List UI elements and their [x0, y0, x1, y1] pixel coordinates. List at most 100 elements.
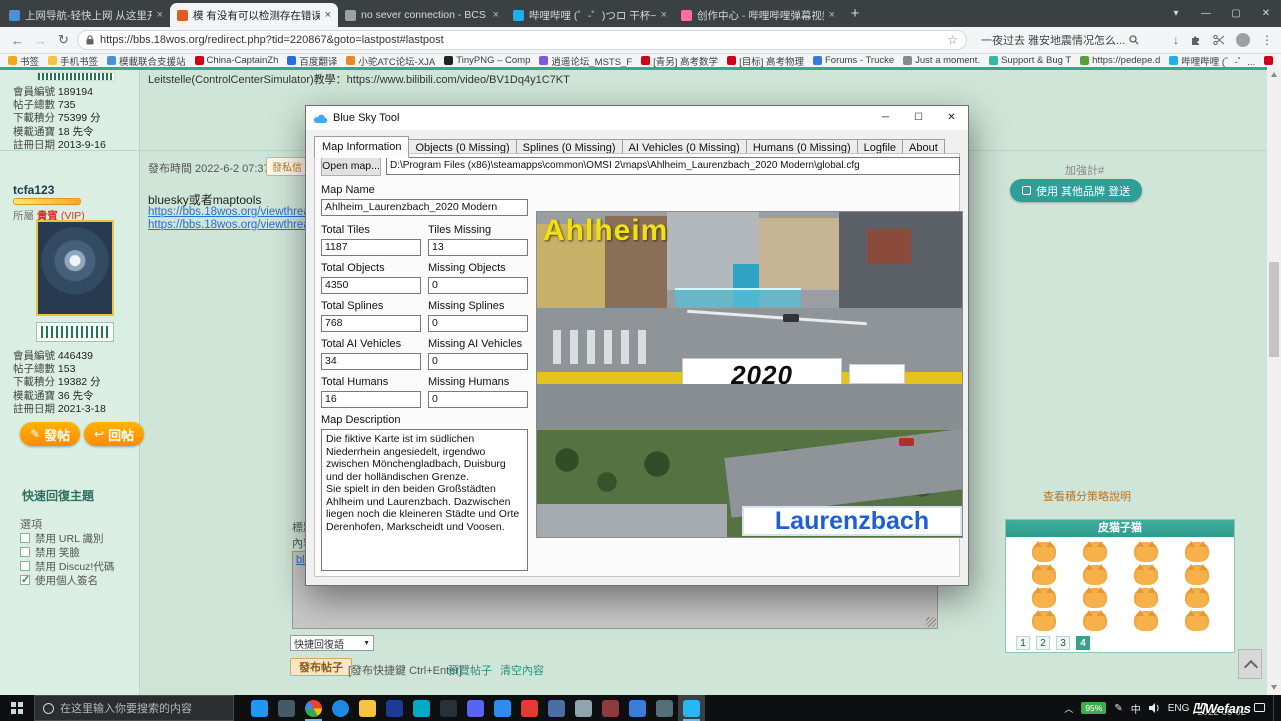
hot-search[interactable]: 一夜过去 雅安地震情况怎么...	[981, 32, 1139, 48]
smilies-page-button[interactable]: 1	[1016, 636, 1030, 650]
send-pm-button[interactable]: 發私信	[266, 157, 308, 176]
post-floor-label[interactable]: 加強計#	[1065, 162, 1104, 178]
stat-value-field[interactable]: 0	[428, 391, 528, 408]
checkbox-icon[interactable]	[20, 575, 30, 585]
bookmark-item[interactable]: Just a moment.	[903, 55, 980, 66]
bookmark-item[interactable]: Forums - Trucke	[813, 55, 894, 66]
open-map-button[interactable]: Open map...	[321, 156, 381, 176]
browser-tab[interactable]: no sever connection - BCS Suppor... ×	[338, 3, 506, 27]
bookmark-item[interactable]: [青另] 高考数学	[641, 54, 718, 67]
cat-emoticon[interactable]	[1134, 565, 1158, 585]
checkbox-icon[interactable]	[20, 533, 30, 543]
map-description-field[interactable]: Die fiktive Karte ist im südlichen Niede…	[321, 429, 528, 571]
download-icon[interactable]: ↓	[1173, 33, 1179, 47]
preview-post-link[interactable]: 預覽帖子	[448, 662, 492, 678]
taskbar-app-icon[interactable]	[462, 695, 489, 721]
taskbar-app-icon[interactable]	[246, 695, 273, 721]
scrollbar-thumb[interactable]	[1269, 262, 1279, 357]
forward-icon[interactable]: →	[31, 33, 50, 48]
taskbar-app-icon[interactable]	[327, 695, 354, 721]
bookmark-item[interactable]: 手机书签	[48, 54, 98, 67]
scroll-up-arrow[interactable]	[1271, 72, 1277, 77]
cat-emoticon[interactable]	[1032, 565, 1056, 585]
bookmark-item[interactable]: https://pedepe.d	[1080, 55, 1160, 66]
smilies-page-button[interactable]: 4	[1076, 636, 1090, 650]
taskbar-app-icon[interactable]	[273, 695, 300, 721]
window-minimize-button[interactable]: —	[1191, 8, 1221, 19]
new-tab-button[interactable]: +	[842, 3, 868, 27]
dialog-close-button[interactable]: ✕	[935, 106, 968, 130]
menu-dots-icon[interactable]: ⋮	[1261, 33, 1273, 47]
bookmark-item[interactable]: 百度翻译	[287, 54, 337, 67]
taskbar-app-icon[interactable]	[570, 695, 597, 721]
taskbar-app-icon[interactable]	[381, 695, 408, 721]
stat-value-field[interactable]: 768	[321, 315, 421, 332]
cat-emoticon[interactable]	[1134, 611, 1158, 631]
stat-value-field[interactable]: 0	[428, 353, 528, 370]
cat-emoticon[interactable]	[1083, 565, 1107, 585]
cat-emoticon[interactable]	[1083, 611, 1107, 631]
taskbar-app-icon[interactable]	[678, 695, 705, 721]
ime-indicator[interactable]: 中	[1131, 701, 1141, 716]
cat-emoticon[interactable]	[1185, 542, 1209, 562]
show-desktop-strip[interactable]	[1273, 695, 1278, 721]
taskbar-app-icon[interactable]	[651, 695, 678, 721]
bookmark-item[interactable]: 模載联合支援站	[107, 54, 186, 67]
bookmark-star-icon[interactable]: ☆	[947, 33, 958, 47]
taskbar-app-icon[interactable]	[516, 695, 543, 721]
profile-avatar[interactable]	[1236, 33, 1250, 47]
language-indicator[interactable]: ENG	[1168, 703, 1190, 714]
browser-tab[interactable]: 上网导航-轻快上网 从这里开始 ×	[2, 3, 170, 27]
taskbar-search-box[interactable]: 在这里输入你要搜索的内容	[34, 695, 234, 721]
url-input[interactable]: https://bbs.18wos.org/redirect.php?tid=2…	[77, 30, 967, 50]
cat-emoticon[interactable]	[1134, 542, 1158, 562]
capture-scissors-icon[interactable]	[1213, 34, 1225, 46]
scroll-down-arrow[interactable]	[1271, 685, 1277, 690]
member-username[interactable]: tcfa123	[13, 183, 54, 197]
tab-close-icon[interactable]: ×	[829, 9, 835, 21]
stat-value-field[interactable]: 4350	[321, 277, 421, 294]
start-button[interactable]	[0, 695, 34, 721]
cat-emoticon[interactable]	[1134, 588, 1158, 608]
stat-value-field[interactable]: 16	[321, 391, 421, 408]
back-to-top-button[interactable]	[1238, 649, 1262, 679]
browser-tab[interactable]: 模 有没有可以检测存在错误的塑物/由... ×	[170, 3, 338, 27]
new-post-button[interactable]: ✎ 發帖	[20, 422, 80, 446]
bookmark-item[interactable]: 小驼ATC论坛-XJA	[346, 54, 435, 67]
quick-reply-option[interactable]: 禁用 URL 識別	[20, 531, 114, 545]
stat-value-field[interactable]: 13	[428, 239, 528, 256]
resize-grip[interactable]	[926, 617, 936, 627]
brand-login-button[interactable]: 使用 其他品牌 登送	[1010, 179, 1142, 202]
stat-value-field[interactable]: 1187	[321, 239, 421, 256]
volume-icon[interactable]	[1149, 703, 1160, 713]
dialog-minimize-button[interactable]: ─	[869, 106, 902, 130]
checkbox-icon[interactable]	[20, 561, 30, 571]
dialog-tab[interactable]: Map Information	[314, 136, 409, 158]
bookmark-item[interactable]: 《港铁	[1264, 54, 1281, 67]
submit-post-button[interactable]: 發布帖子	[290, 658, 352, 676]
cat-emoticon[interactable]	[1185, 565, 1209, 585]
smilies-page-button[interactable]: 2	[1036, 636, 1050, 650]
credit-policy-link[interactable]: 查看積分策略說明	[1043, 488, 1131, 504]
tab-close-icon[interactable]: ×	[661, 9, 667, 21]
tab-search-icon[interactable]: ▾	[1161, 8, 1191, 19]
tab-close-icon[interactable]: ×	[157, 9, 163, 21]
bookmark-item[interactable]: 哔哩哔哩 (゜-゜...	[1169, 54, 1255, 67]
map-name-field[interactable]: Ahlheim_Laurenzbach_2020 Modern	[321, 199, 528, 216]
cat-emoticon[interactable]	[1032, 542, 1056, 562]
taskbar-app-icon[interactable]	[489, 695, 516, 721]
taskbar-app-icon[interactable]	[408, 695, 435, 721]
action-center-icon[interactable]	[1254, 703, 1265, 713]
bookmark-item[interactable]: [目标] 高考物理	[727, 54, 804, 67]
pen-icon[interactable]: ✎	[1114, 703, 1122, 714]
stat-value-field[interactable]: 0	[428, 277, 528, 294]
tab-close-icon[interactable]: ×	[325, 9, 331, 21]
cat-emoticon[interactable]	[1032, 588, 1056, 608]
bookmark-item[interactable]: 逍遥论坛_MSTS_F	[539, 54, 632, 67]
window-maximize-button[interactable]: ▢	[1221, 8, 1251, 19]
extension-puzzle-icon[interactable]	[1190, 34, 1202, 46]
bookmark-item[interactable]: 书签	[8, 54, 39, 67]
stat-value-field[interactable]: 34	[321, 353, 421, 370]
taskbar-app-icon[interactable]	[435, 695, 462, 721]
clear-content-link[interactable]: 清空內容	[500, 662, 544, 678]
